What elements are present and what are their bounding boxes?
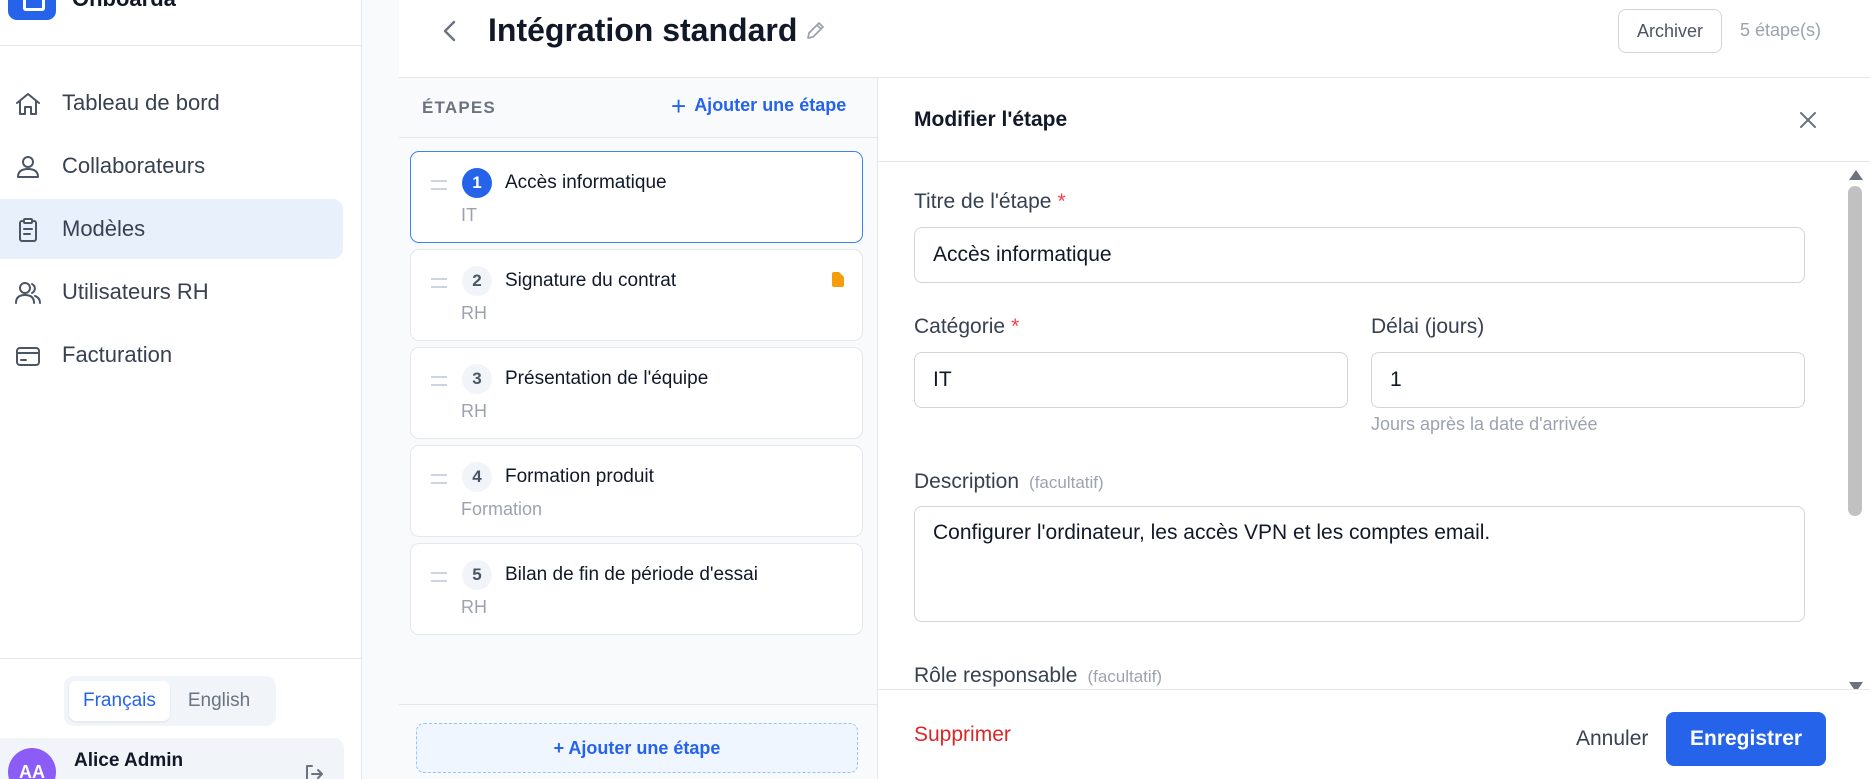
step-title-input[interactable]: [914, 227, 1805, 283]
step-title: Accès informatique: [505, 172, 667, 193]
step-category: RH: [461, 597, 487, 617]
add-step-link[interactable]: + Ajouter une étape: [671, 90, 847, 121]
language-option-english[interactable]: English: [174, 681, 264, 721]
drag-handle-icon[interactable]: [431, 474, 447, 484]
close-icon[interactable]: [1798, 110, 1818, 130]
edit-panel-scrollbar[interactable]: [1844, 170, 1866, 698]
brand: Onboarda: [0, 0, 361, 46]
avatar: AA: [8, 748, 56, 779]
delete-button[interactable]: Supprimer: [914, 723, 1011, 747]
steps-panel-header: ÉTAPES + Ajouter une étape: [399, 78, 877, 138]
category-label: Catégorie *: [914, 315, 1019, 339]
optional-marker: (facultatif): [1029, 473, 1104, 492]
page-title: Intégration standard: [488, 12, 798, 48]
description-label-text: Description: [914, 470, 1020, 493]
role-label-text: Rôle responsable: [914, 664, 1078, 687]
pencil-icon[interactable]: [804, 20, 826, 42]
user-name: Alice Admin: [74, 750, 184, 771]
step-title: Bilan de fin de période d'essai: [505, 564, 758, 585]
step-number: 3: [462, 364, 492, 394]
category-input[interactable]: [914, 352, 1348, 408]
save-button[interactable]: Enregistrer: [1666, 712, 1827, 766]
home-icon: [14, 91, 42, 117]
sidebar-item-templates[interactable]: Modèles: [0, 199, 343, 259]
step-card[interactable]: 5 Bilan de fin de période d'essai RH: [410, 543, 863, 635]
step-card[interactable]: 4 Formation produit Formation: [410, 445, 863, 537]
sidebar-item-collaborators[interactable]: Collaborateurs: [0, 136, 343, 196]
step-number: 5: [462, 560, 492, 590]
clipboard-icon: [14, 217, 42, 243]
drag-handle-icon[interactable]: [431, 376, 447, 386]
drag-handle-icon[interactable]: [431, 180, 447, 190]
back-arrow-icon[interactable]: [439, 18, 461, 44]
steps-count: 5 étape(s): [1740, 20, 1822, 40]
step-number: 4: [462, 462, 492, 492]
delay-hint: Jours après la date d'arrivée: [1371, 414, 1598, 434]
scroll-up-arrow-icon[interactable]: [1849, 170, 1863, 180]
step-number: 1: [462, 168, 492, 198]
sidebar-item-label: Modèles: [62, 216, 146, 241]
step-card[interactable]: 1 Accès informatique IT: [410, 151, 863, 243]
step-category: RH: [461, 303, 487, 323]
edit-panel-footer: Supprimer Annuler Enregistrer: [878, 689, 1870, 779]
sidebar-item-label: Utilisateurs RH: [62, 279, 209, 304]
document-icon: [832, 272, 844, 287]
steps-panel: ÉTAPES + Ajouter une étape 1 Accès infor…: [399, 78, 878, 779]
role-label: Rôle responsable (facultatif): [914, 664, 1162, 688]
description-textarea[interactable]: Configurer l'ordinateur, les accès VPN e…: [914, 506, 1805, 622]
user-group-icon: [14, 280, 42, 306]
step-title-label: Titre de l'étape *: [914, 190, 1066, 214]
step-number: 2: [462, 266, 492, 296]
delay-label: Délai (jours): [1371, 315, 1485, 338]
brand-name: Onboarda: [72, 0, 176, 12]
archive-button[interactable]: Archiver: [1618, 9, 1723, 53]
sidebar-item-label: Facturation: [62, 342, 173, 367]
step-title: Présentation de l'équipe: [505, 368, 709, 389]
step-category: IT: [461, 205, 477, 225]
logout-icon[interactable]: [302, 762, 326, 779]
category-label-text: Catégorie: [914, 315, 1006, 338]
steps-panel-title: ÉTAPES: [422, 98, 496, 117]
step-title: Formation produit: [505, 466, 654, 487]
edit-panel-header: Modifier l'étape: [878, 78, 1870, 162]
app-root: Onboarda Tableau de bord Collaborateurs …: [0, 0, 1870, 779]
sidebar-item-billing[interactable]: Facturation: [0, 325, 343, 385]
sidebar: Onboarda Tableau de bord Collaborateurs …: [0, 0, 362, 779]
language-option-french[interactable]: Français: [69, 681, 170, 721]
language-switcher: Français English: [64, 676, 276, 726]
drag-handle-icon[interactable]: [431, 572, 447, 582]
user-card: AA Alice Admin: [0, 738, 344, 779]
edit-panel-title: Modifier l'étape: [914, 108, 1068, 131]
steps-panel-divider: [399, 704, 877, 705]
drag-handle-icon[interactable]: [431, 278, 447, 288]
plus-icon: +: [671, 90, 687, 121]
delay-input[interactable]: [1371, 352, 1805, 408]
cancel-button[interactable]: Annuler: [1558, 712, 1666, 766]
sidebar-item-label: Tableau de bord: [62, 90, 220, 115]
edit-step-panel: Modifier l'étape Titre de l'étape* Catég…: [878, 78, 1870, 779]
required-marker: *: [1057, 190, 1066, 213]
step-category: RH: [461, 401, 487, 421]
page-header: Intégration standard Archiver 5 étape(s): [399, 0, 1870, 78]
required-marker: *: [1011, 315, 1020, 338]
brand-logo-icon: [8, 0, 56, 20]
step-card[interactable]: 2 Signature du contrat RH: [410, 249, 863, 341]
add-step-label: Ajouter une étape: [694, 95, 847, 115]
credit-card-icon: [14, 343, 42, 369]
sidebar-nav: Tableau de bord Collaborateurs Modèles U…: [0, 70, 361, 388]
sidebar-item-hr-users[interactable]: Utilisateurs RH: [0, 262, 343, 322]
add-step-button[interactable]: + Ajouter une étape: [416, 723, 858, 773]
step-title: Signature du contrat: [505, 270, 677, 291]
users-icon: [14, 154, 42, 180]
sidebar-item-label: Collaborateurs: [62, 153, 206, 178]
step-card[interactable]: 3 Présentation de l'équipe RH: [410, 347, 863, 439]
sidebar-divider: [0, 658, 361, 659]
step-title-label-text: Titre de l'étape: [914, 190, 1052, 213]
scrollbar-thumb[interactable]: [1848, 186, 1862, 516]
description-label: Description (facultatif): [914, 470, 1104, 494]
optional-marker: (facultatif): [1087, 667, 1163, 686]
sidebar-item-dashboard[interactable]: Tableau de bord: [0, 73, 343, 133]
step-category: Formation: [461, 499, 543, 519]
